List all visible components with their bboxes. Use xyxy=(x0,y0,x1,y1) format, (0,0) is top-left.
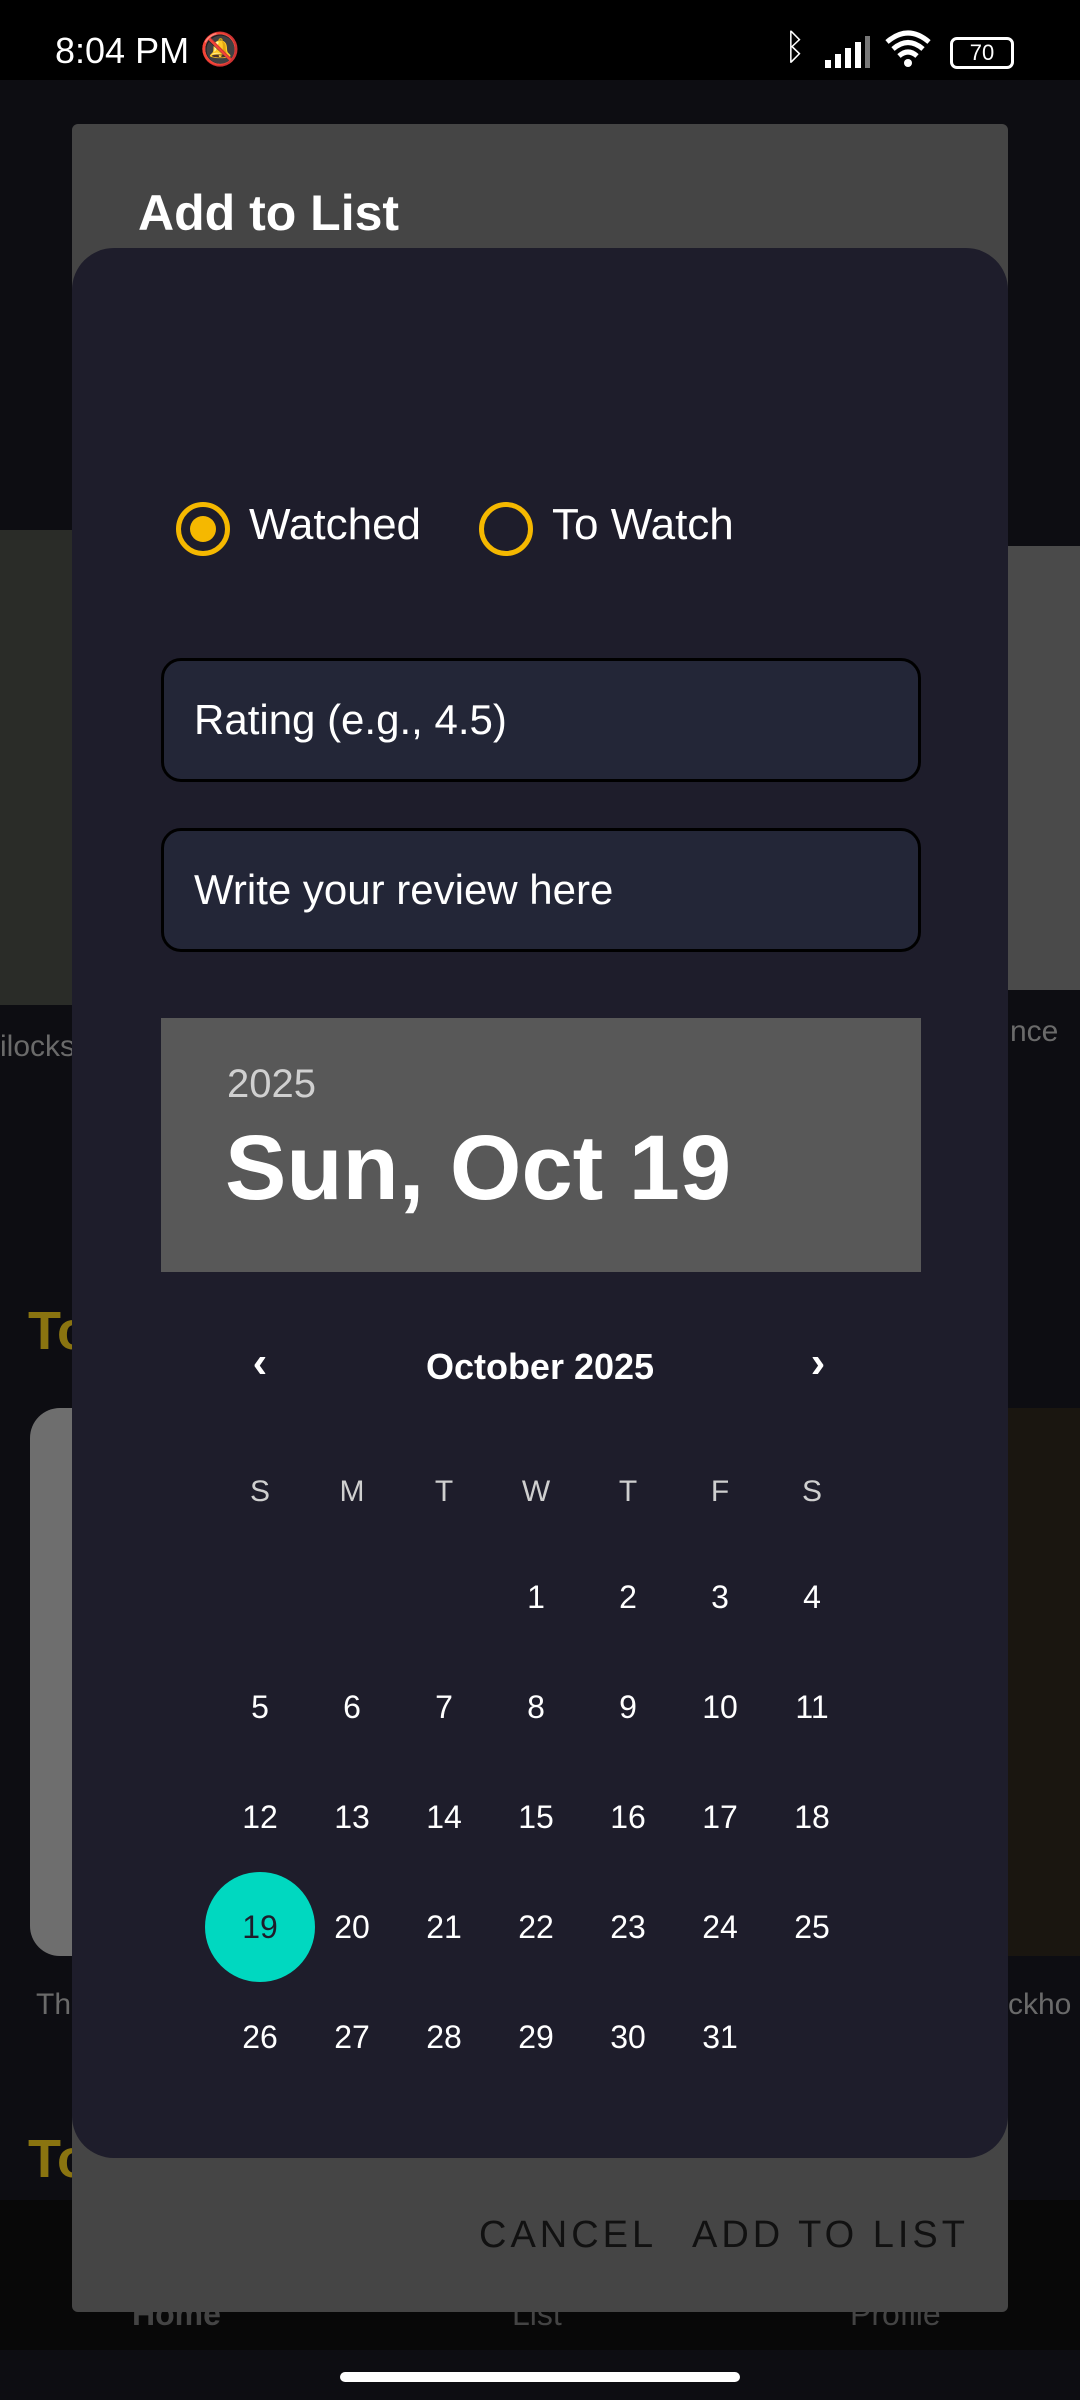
home-indicator[interactable] xyxy=(340,2372,740,2382)
poster-left[interactable] xyxy=(0,530,72,1005)
weekday-label: T xyxy=(618,1475,638,1508)
day-cell[interactable]: 16 xyxy=(588,1777,668,1857)
day-cell[interactable]: 3 xyxy=(680,1557,760,1637)
weekday-label: W xyxy=(521,1475,551,1508)
day-cell[interactable]: 25 xyxy=(772,1887,852,1967)
day-cell[interactable]: 15 xyxy=(496,1777,576,1857)
dialog-content: Watched To Watch Rating (e.g., 4.5) Writ… xyxy=(72,248,1008,2158)
day-cell[interactable]: 1 xyxy=(496,1557,576,1637)
day-cell[interactable]: 9 xyxy=(588,1667,668,1747)
movie-caption: nce xyxy=(1010,1015,1059,1048)
weekday-label: M xyxy=(339,1475,365,1508)
bell-off-icon: 🔕 xyxy=(200,31,240,67)
status-bar: 8:04 PM 🔕 ᛒ 70 xyxy=(0,0,1080,80)
review-input[interactable]: Write your review here xyxy=(161,828,921,952)
battery-icon: 70 xyxy=(950,37,1014,69)
status-time: 8:04 PM xyxy=(55,30,190,71)
radio-to-watch-label[interactable]: To Watch xyxy=(552,500,734,550)
add-to-list-dialog: Add to List Watched To Watch Rating (e.g… xyxy=(72,124,1008,2312)
day-cell[interactable]: 24 xyxy=(680,1887,760,1967)
movie-caption: ilocks xyxy=(0,1030,76,1063)
month-label: October 2025 xyxy=(425,1346,655,1387)
battery-level: 70 xyxy=(969,40,995,65)
day-cell-selected[interactable]: 19 xyxy=(205,1872,315,1982)
wifi-icon xyxy=(885,30,931,67)
day-cell[interactable]: 31 xyxy=(680,1997,760,2077)
weekday-label: S xyxy=(249,1475,270,1508)
radio-selected-dot xyxy=(190,516,216,542)
day-cell[interactable]: 28 xyxy=(404,1997,484,2077)
selected-date: Sun, Oct 19 xyxy=(225,1117,732,1219)
chevron-right-icon[interactable]: › xyxy=(788,1338,848,1388)
cancel-button[interactable]: CANCEL xyxy=(479,2214,657,2257)
day-cell[interactable]: 10 xyxy=(680,1667,760,1747)
day-cell[interactable]: 26 xyxy=(220,1997,300,2077)
radio-watched[interactable] xyxy=(176,502,230,556)
day-cell[interactable]: 6 xyxy=(312,1667,392,1747)
day-cell[interactable]: 20 xyxy=(312,1887,392,1967)
weekday-label: F xyxy=(710,1475,730,1508)
day-cell[interactable]: 30 xyxy=(588,1997,668,2077)
day-cell[interactable]: 21 xyxy=(404,1887,484,1967)
rating-input[interactable]: Rating (e.g., 4.5) xyxy=(161,658,921,782)
weekday-label: S xyxy=(801,1475,822,1508)
year-selector[interactable]: 2025 xyxy=(227,1062,316,1107)
day-cell[interactable]: 5 xyxy=(220,1667,300,1747)
radio-to-watch[interactable] xyxy=(479,502,533,556)
signal-icon xyxy=(825,36,870,68)
day-cell[interactable]: 7 xyxy=(404,1667,484,1747)
day-cell[interactable]: 8 xyxy=(496,1667,576,1747)
dialog-title: Add to List xyxy=(138,185,400,241)
day-cell[interactable]: 17 xyxy=(680,1777,760,1857)
movie-caption: ckho xyxy=(1008,1988,1072,2021)
day-cell[interactable]: 18 xyxy=(772,1777,852,1857)
radio-watched-label[interactable]: Watched xyxy=(249,500,421,550)
day-cell[interactable]: 14 xyxy=(404,1777,484,1857)
day-cell[interactable]: 11 xyxy=(772,1667,852,1747)
day-cell[interactable]: 27 xyxy=(312,1997,392,2077)
bluetooth-icon: ᛒ xyxy=(784,26,806,67)
poster-lower-right[interactable] xyxy=(1008,1408,1080,1956)
add-to-list-button[interactable]: ADD TO LIST xyxy=(692,2214,969,2257)
day-cell[interactable]: 29 xyxy=(496,1997,576,2077)
day-cell[interactable]: 22 xyxy=(496,1887,576,1967)
date-header: 2025 Sun, Oct 19 xyxy=(161,1018,921,1272)
movie-caption: Th xyxy=(36,1988,72,2021)
day-cell[interactable]: 12 xyxy=(220,1777,300,1857)
poster-right[interactable] xyxy=(1008,546,1080,990)
day-cell[interactable]: 23 xyxy=(588,1887,668,1967)
weekday-label: T xyxy=(434,1475,454,1508)
day-cell[interactable]: 2 xyxy=(588,1557,668,1637)
day-cell[interactable]: 13 xyxy=(312,1777,392,1857)
day-cell[interactable]: 4 xyxy=(772,1557,852,1637)
